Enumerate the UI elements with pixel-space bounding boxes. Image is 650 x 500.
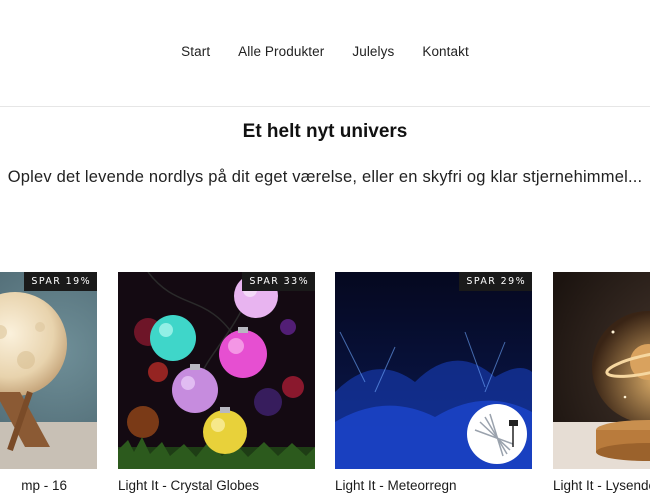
nav-item-julelys[interactable]: Julelys [352,44,394,59]
section-title: Et helt nyt univers [242,121,408,142]
discount-badge: SPAR 19% [24,272,97,291]
section-subtitle: Oplev det levende nordlys på dit eget væ… [7,168,643,186]
nav-item-start[interactable]: Start [181,44,210,59]
product-card-meteorregn[interactable]: SPAR 29% Light It - Meteorregn [335,272,532,493]
product-card-lysende[interactable]: Light It - Lysende [553,272,650,493]
nav-item-alle-produkter[interactable]: Alle Produkter [238,44,324,59]
discount-badge: SPAR 29% [459,272,532,291]
discount-badge: SPAR 33% [242,272,315,291]
product-title[interactable]: mp - 16 [0,478,97,493]
product-title[interactable]: Light It - Crystal Globes [118,478,315,493]
product-carousel: SPAR 19% mp - 16 SPAR 33% Light It - Cry… [0,272,650,500]
top-navigation: Start Alle Produkter Julelys Kontakt [0,0,650,107]
product-image-moon-lamp[interactable]: SPAR 19% [0,272,97,469]
product-image-meteorregn[interactable]: SPAR 29% [335,272,532,469]
nav-menu: Start Alle Produkter Julelys Kontakt [0,44,650,59]
product-title[interactable]: Light It - Meteorregn [335,478,532,493]
product-title[interactable]: Light It - Lysende [553,478,650,493]
nav-item-kontakt[interactable]: Kontakt [422,44,468,59]
product-image-lysende[interactable] [553,272,650,469]
product-card-crystal-globes[interactable]: SPAR 33% Light It - Crystal Globes [118,272,315,493]
product-image-crystal-globes[interactable]: SPAR 33% [118,272,315,469]
product-card-moon-lamp[interactable]: SPAR 19% mp - 16 [0,272,97,493]
